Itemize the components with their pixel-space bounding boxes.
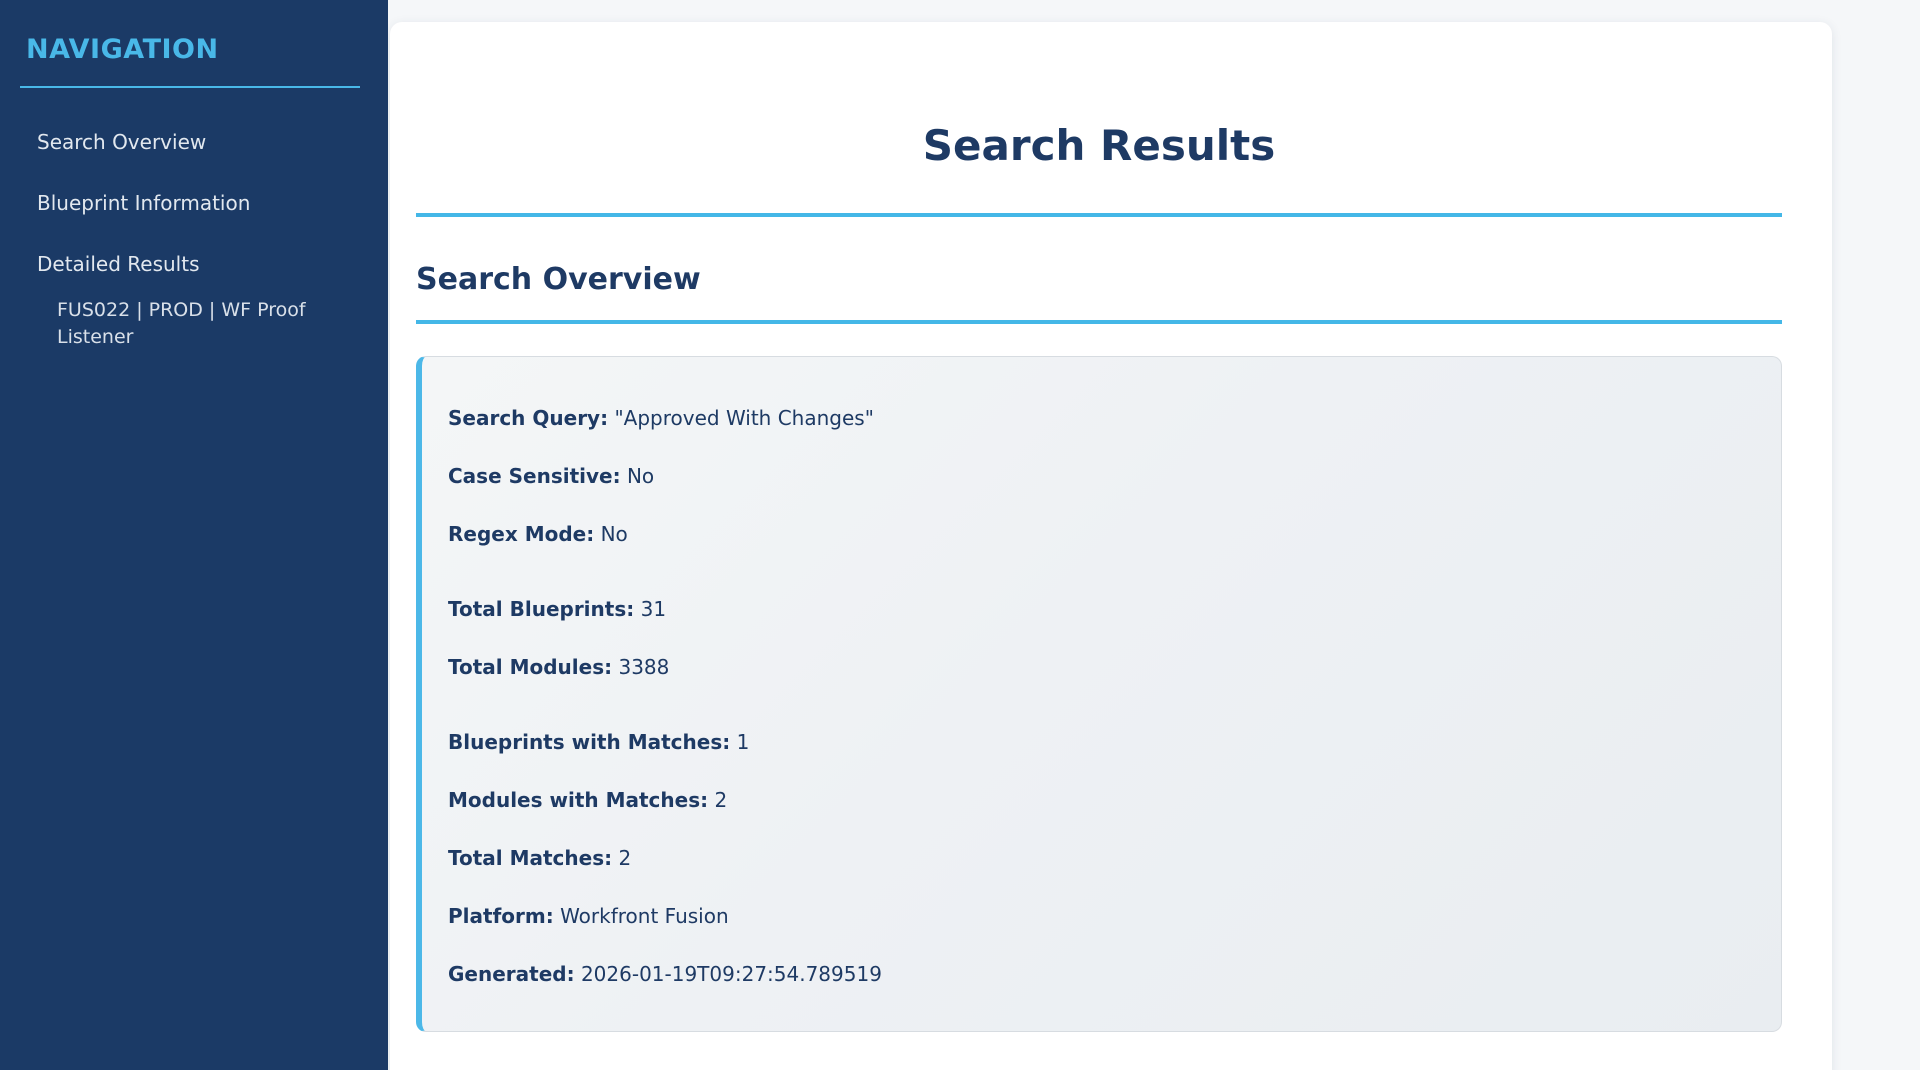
sidebar-subitem-fus022-prod-wf-proof-listener[interactable]: FUS022 | PROD | WF Proof Listener: [57, 297, 309, 351]
overview-row-generated: Generated: 2026-01-19T09:27:54.789519: [448, 945, 1751, 1003]
overview-value: 2: [618, 846, 631, 870]
page-title: Search Results: [416, 122, 1782, 170]
overview-label: Total Modules:: [448, 655, 612, 679]
overview-label: Blueprints with Matches:: [448, 730, 730, 754]
overview-label: Platform:: [448, 904, 554, 928]
sidebar-item-search-overview[interactable]: Search Overview: [37, 130, 368, 154]
overview-row-blueprints-with-matches: Blueprints with Matches: 1: [448, 713, 1751, 771]
overview-row-case-sensitive: Case Sensitive: No: [448, 447, 1751, 505]
overview-row-total-modules: Total Modules: 3388: [448, 638, 1751, 696]
sidebar-item-detailed-results[interactable]: Detailed Results: [37, 252, 368, 276]
overview-row-regex-mode: Regex Mode: No: [448, 505, 1751, 563]
overview-value: Workfront Fusion: [560, 904, 729, 928]
overview-group-matches: Blueprints with Matches: 1 Modules with …: [448, 713, 1751, 1003]
title-divider: [416, 213, 1782, 217]
sidebar-nav: Search Overview Blueprint Information De…: [20, 130, 368, 351]
main-area: Search Results Search Overview Search Qu…: [388, 0, 1920, 1070]
overview-value: No: [601, 522, 628, 546]
sidebar-title: NAVIGATION: [26, 34, 368, 65]
overview-value: 2: [714, 788, 727, 812]
overview-group-totals: Total Blueprints: 31 Total Modules: 3388: [448, 580, 1751, 696]
overview-value: 1: [737, 730, 750, 754]
overview-label: Case Sensitive:: [448, 464, 621, 488]
overview-value: 3388: [618, 655, 669, 679]
overview-row-modules-with-matches: Modules with Matches: 2: [448, 771, 1751, 829]
overview-row-total-matches: Total Matches: 2: [448, 829, 1751, 887]
overview-label: Regex Mode:: [448, 522, 594, 546]
section-heading-search-overview: Search Overview: [416, 262, 1782, 298]
sidebar-item-blueprint-information[interactable]: Blueprint Information: [37, 191, 368, 215]
overview-label: Search Query:: [448, 406, 608, 430]
section-divider: [416, 320, 1782, 324]
overview-label: Total Blueprints:: [448, 597, 634, 621]
sidebar-divider: [20, 86, 360, 88]
overview-value: "Approved With Changes": [614, 406, 873, 430]
content-card: Search Results Search Overview Search Qu…: [390, 22, 1832, 1070]
navigation-sidebar: NAVIGATION Search Overview Blueprint Inf…: [0, 0, 388, 1070]
overview-label: Total Matches:: [448, 846, 612, 870]
overview-value: 2026-01-19T09:27:54.789519: [581, 962, 882, 986]
overview-group-query: Search Query: "Approved With Changes" Ca…: [448, 389, 1751, 563]
overview-label: Modules with Matches:: [448, 788, 708, 812]
overview-row-platform: Platform: Workfront Fusion: [448, 887, 1751, 945]
overview-value: No: [627, 464, 654, 488]
overview-row-search-query: Search Query: "Approved With Changes": [448, 389, 1751, 447]
overview-row-total-blueprints: Total Blueprints: 31: [448, 580, 1751, 638]
overview-label: Generated:: [448, 962, 575, 986]
overview-value: 31: [641, 597, 666, 621]
search-overview-box: Search Query: "Approved With Changes" Ca…: [416, 356, 1782, 1032]
